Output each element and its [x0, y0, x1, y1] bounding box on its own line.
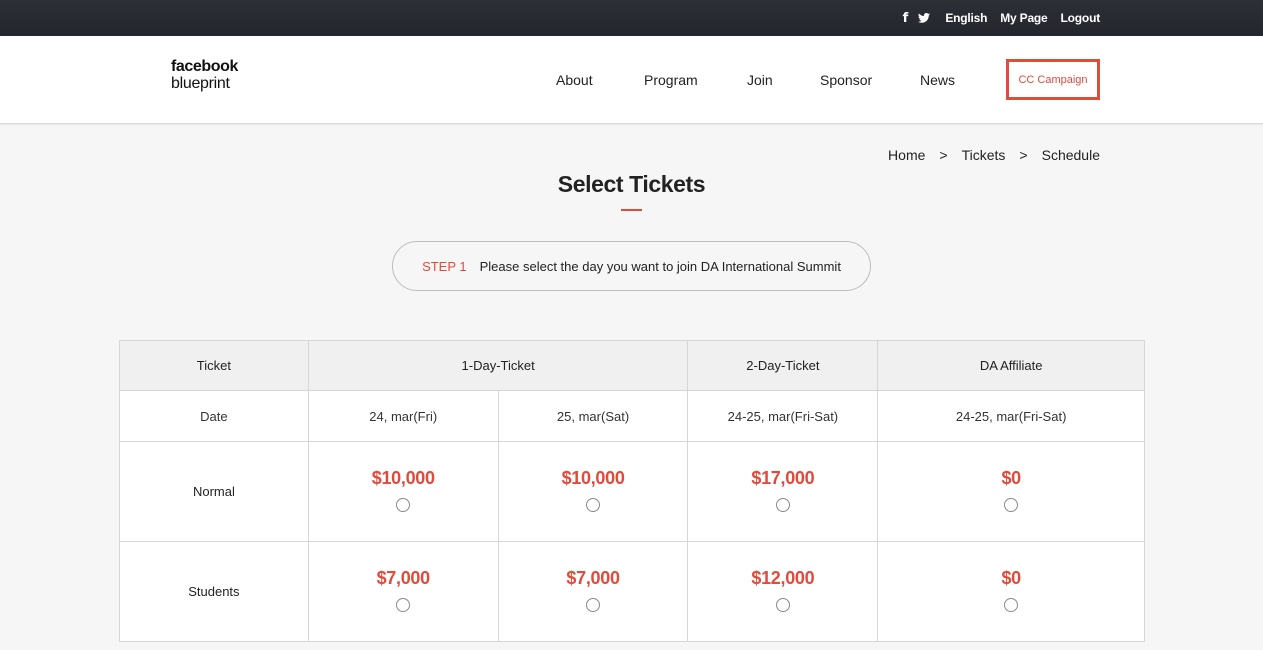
header-2-day-ticket: 2-Day-Ticket — [687, 340, 879, 391]
ticket-radio[interactable] — [775, 598, 790, 612]
table-row-date: Date 24, mar(Fri) 25, mar(Sat) 24-25, ma… — [119, 390, 1145, 442]
nav-program[interactable]: Program — [644, 72, 698, 88]
row-label-students: Students — [119, 541, 309, 642]
price-cell: $10,000 — [307, 441, 499, 542]
price-value: $10,000 — [561, 468, 625, 488]
step-instruction: STEP 1 Please select the day you want to… — [392, 241, 871, 291]
nav-news[interactable]: News — [920, 72, 955, 88]
twitter-icon[interactable] — [918, 13, 931, 23]
price-cell: $12,000 — [687, 541, 879, 642]
date-cell: 24-25, mar(Fri-Sat) — [877, 390, 1145, 442]
ticket-radio[interactable] — [775, 498, 790, 512]
breadcrumb: Home > Tickets > Schedule — [888, 147, 1100, 163]
price-cell: $10,000 — [497, 441, 689, 542]
ticket-radio[interactable] — [396, 498, 411, 512]
nav-about[interactable]: About — [556, 72, 593, 88]
cc-campaign-button[interactable]: CC Campaign — [1006, 59, 1100, 100]
ticket-radio[interactable] — [1004, 498, 1019, 512]
breadcrumb-separator: > — [1019, 147, 1028, 163]
price-cell: $7,000 — [307, 541, 499, 642]
breadcrumb-separator: > — [939, 147, 948, 163]
top-utility-bar: f English My Page Logout — [0, 0, 1263, 36]
price-value: $17,000 — [751, 468, 815, 488]
facebook-icon[interactable]: f — [903, 11, 909, 26]
breadcrumb-schedule: Schedule — [1041, 147, 1100, 163]
header-1-day-ticket: 1-Day-Ticket — [307, 340, 689, 391]
date-cell: 24-25, mar(Fri-Sat) — [687, 390, 879, 442]
ticket-radio[interactable] — [1004, 598, 1019, 612]
breadcrumb-tickets[interactable]: Tickets — [962, 147, 1006, 163]
price-cell: $0 — [877, 541, 1145, 642]
table-row-students: Students $7,000 $7,000 $12,000 $0 — [119, 541, 1145, 642]
price-cell: $0 — [877, 441, 1145, 542]
price-value: $7,000 — [376, 568, 431, 588]
header-ticket: Ticket — [119, 340, 309, 391]
language-link[interactable]: English — [945, 11, 987, 25]
price-value: $10,000 — [371, 468, 435, 488]
ticket-radio[interactable] — [396, 598, 411, 612]
step-number: STEP 1 — [422, 258, 467, 274]
price-cell: $17,000 — [687, 441, 879, 542]
nav-sponsor[interactable]: Sponsor — [820, 72, 872, 88]
price-cell: $7,000 — [497, 541, 689, 642]
main-nav: About Program Join Sponsor News CC Campa… — [0, 36, 1263, 124]
page-title: Select Tickets — [557, 171, 706, 197]
price-value: $0 — [1001, 468, 1021, 488]
price-value: $12,000 — [751, 568, 815, 588]
price-value: $7,000 — [566, 568, 620, 588]
nav-join[interactable]: Join — [747, 72, 773, 88]
site-header: facebook blueprint About Program Join Sp… — [0, 36, 1263, 124]
date-cell: 24, mar(Fri) — [307, 390, 499, 442]
utility-links: f English My Page Logout — [903, 0, 1101, 36]
breadcrumb-home[interactable]: Home — [888, 147, 925, 163]
row-label-date: Date — [119, 390, 309, 442]
logout-link[interactable]: Logout — [1061, 11, 1101, 25]
ticket-radio[interactable] — [586, 498, 601, 512]
ticket-radio[interactable] — [586, 598, 601, 612]
title-underline — [621, 209, 642, 211]
social-links: f — [903, 11, 931, 26]
step-message: Please select the day you want to join D… — [479, 258, 841, 274]
my-page-link[interactable]: My Page — [1000, 11, 1047, 25]
table-header-row: Ticket 1-Day-Ticket 2-Day-Ticket DA Affi… — [119, 340, 1145, 391]
ticket-table: Ticket 1-Day-Ticket 2-Day-Ticket DA Affi… — [119, 340, 1145, 642]
date-cell: 25, mar(Sat) — [497, 390, 689, 442]
header-da-affiliate: DA Affiliate — [877, 340, 1145, 391]
table-row-normal: Normal $10,000 $10,000 $17,000 $0 — [119, 441, 1145, 542]
price-value: $0 — [1001, 568, 1021, 588]
row-label-normal: Normal — [119, 441, 309, 542]
